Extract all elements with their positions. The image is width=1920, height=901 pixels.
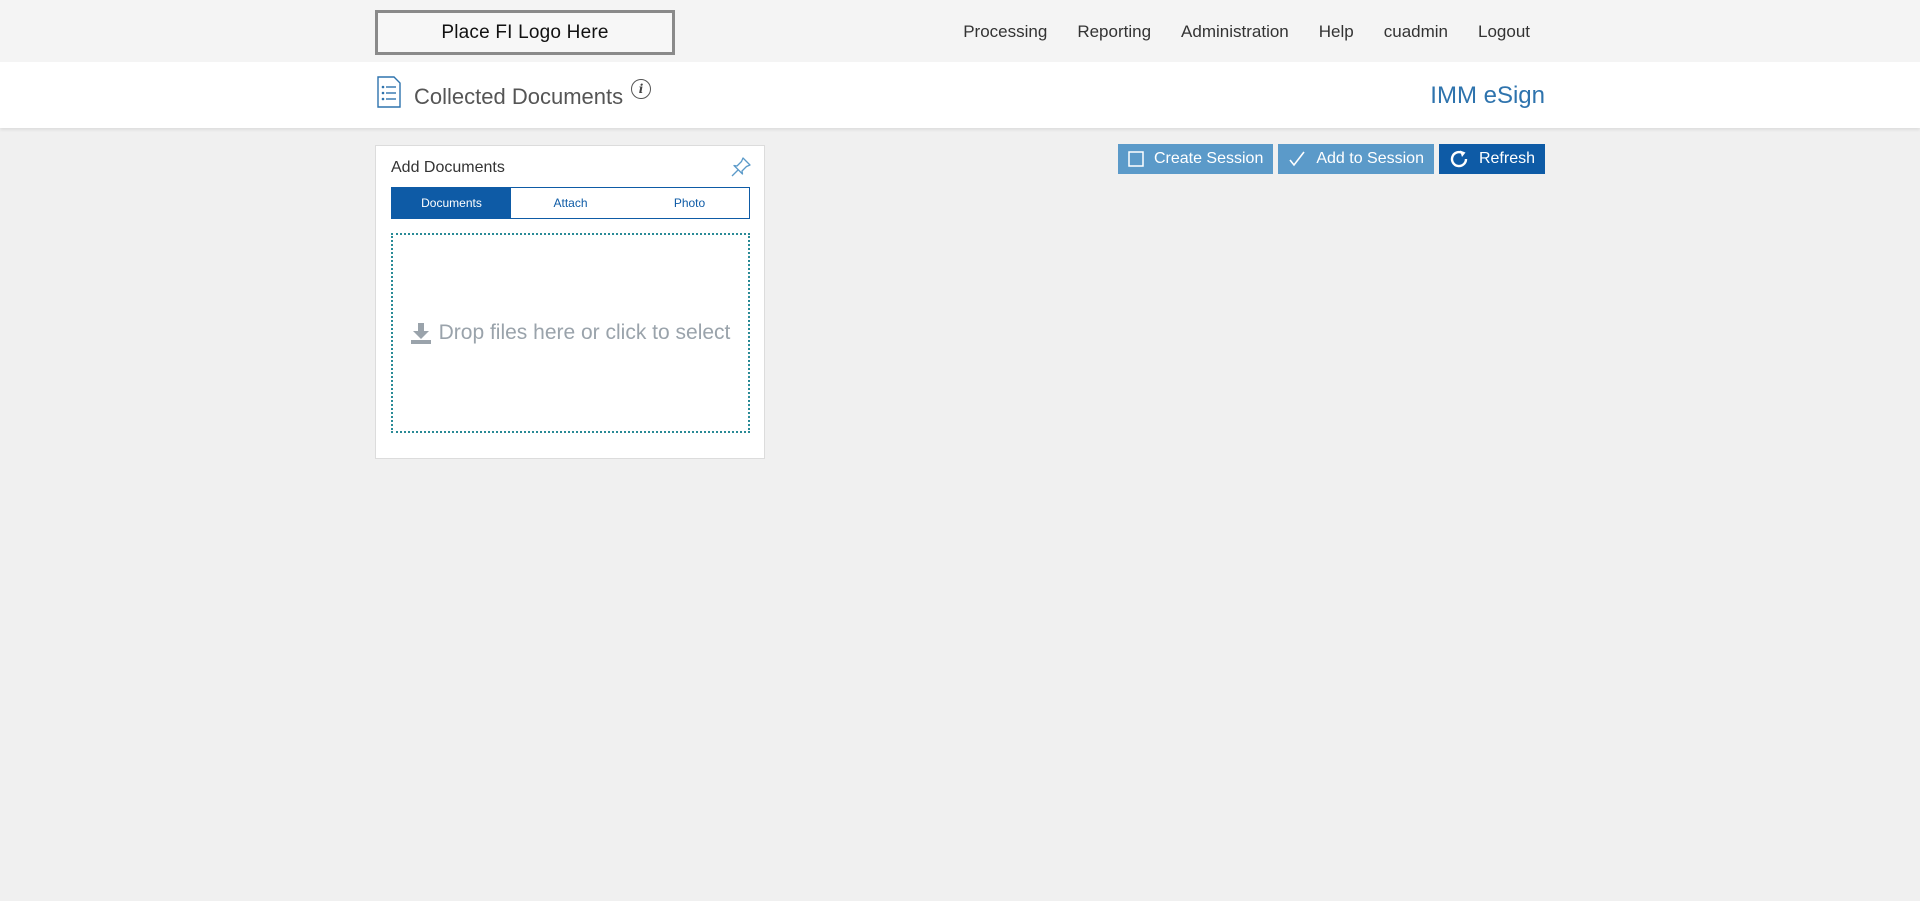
nav-processing[interactable]: Processing — [963, 22, 1047, 42]
action-toolbar: Create Session Add to Session Refresh — [1117, 144, 1545, 174]
main-nav: Processing Reporting Administration Help… — [933, 22, 1530, 42]
page-title: Collected Documents — [414, 84, 624, 109]
fi-logo-placeholder[interactable]: Place FI Logo Here — [375, 10, 675, 55]
dropzone-text: Drop files here or click to select — [438, 321, 731, 344]
top-navbar: Place FI Logo Here Processing Reporting … — [0, 0, 1920, 62]
panel-title: Add Documents — [391, 159, 505, 176]
add-to-session-button[interactable]: Add to Session — [1278, 144, 1434, 174]
checkmark-icon — [1289, 151, 1305, 167]
create-session-button[interactable]: Create Session — [1117, 144, 1274, 174]
document-list-icon — [377, 76, 401, 108]
refresh-label: Refresh — [1478, 150, 1535, 167]
add-to-session-label: Add to Session — [1316, 150, 1424, 167]
app-name: IMM eSign — [1430, 82, 1545, 109]
refresh-icon — [1450, 150, 1468, 168]
nav-help[interactable]: Help — [1319, 22, 1354, 42]
info-icon[interactable]: i — [631, 79, 651, 99]
pin-icon[interactable] — [730, 156, 752, 178]
tab-photo[interactable]: Photo — [630, 188, 749, 218]
tab-documents[interactable]: Documents — [392, 188, 511, 218]
download-icon — [410, 323, 431, 344]
nav-logout[interactable]: Logout — [1478, 22, 1530, 42]
create-session-label: Create Session — [1153, 150, 1264, 167]
add-documents-panel: Add Documents Documents Attach Photo Dro… — [375, 145, 765, 459]
square-icon — [1128, 151, 1144, 167]
page-header: Collected Documents i IMM eSign — [0, 62, 1920, 128]
nav-user[interactable]: cuadmin — [1384, 22, 1448, 42]
tab-attach[interactable]: Attach — [511, 188, 630, 218]
refresh-button[interactable]: Refresh — [1438, 144, 1545, 174]
add-documents-tabs: Documents Attach Photo — [391, 187, 750, 219]
nav-reporting[interactable]: Reporting — [1077, 22, 1151, 42]
nav-administration[interactable]: Administration — [1181, 22, 1289, 42]
file-dropzone[interactable]: Drop files here or click to select — [391, 233, 750, 433]
